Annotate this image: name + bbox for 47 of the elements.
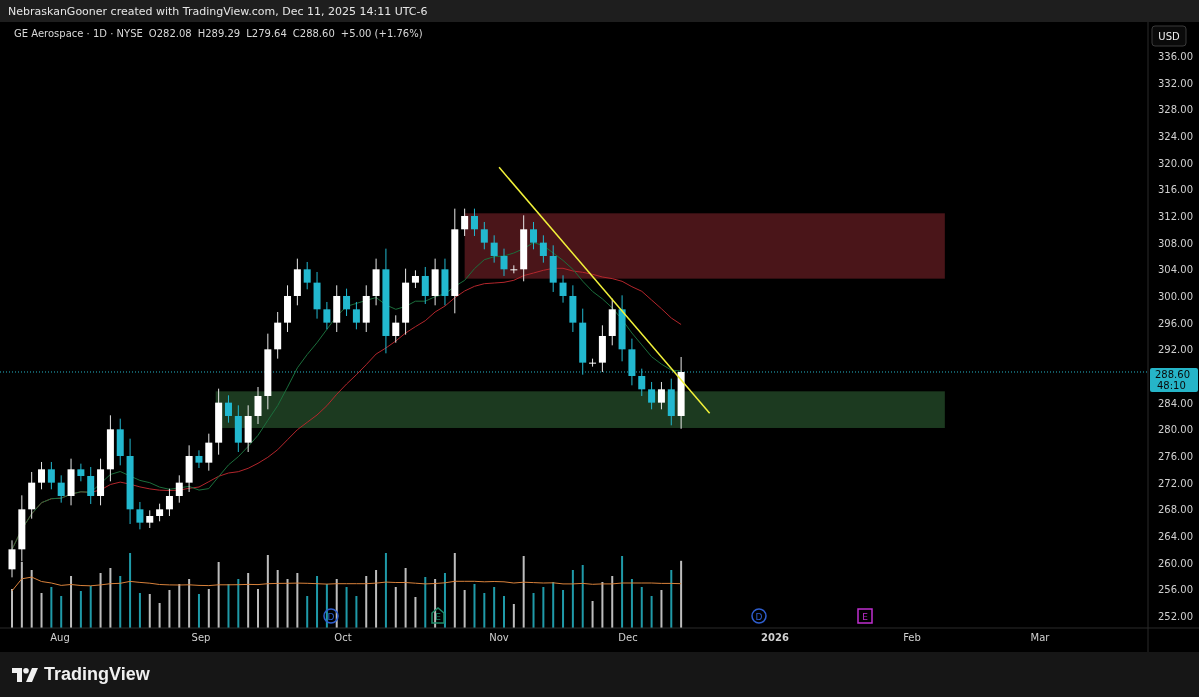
resistance-zone[interactable]	[464, 213, 945, 279]
brand-name: TradingView	[44, 664, 150, 685]
event-marker[interactable]: D	[751, 608, 767, 624]
price-label: 256.00	[1158, 584, 1193, 596]
ohlc-value: C288.60	[292, 28, 335, 39]
price-label: 268.00	[1158, 504, 1193, 516]
price-label: 260.00	[1158, 557, 1193, 569]
date-label: Aug	[50, 632, 70, 643]
ohlc-value: O282.08	[148, 28, 192, 39]
price-label: 280.00	[1158, 424, 1193, 436]
price-label: 312.00	[1158, 211, 1193, 222]
price-label: 316.00	[1158, 184, 1193, 196]
date-label: Sep	[191, 632, 211, 643]
event-marker[interactable]: E	[431, 607, 445, 624]
price-label: 292.00	[1158, 344, 1193, 356]
price-label: 320.00	[1158, 157, 1193, 169]
date-label: Nov	[489, 632, 509, 643]
price-label: 284.00	[1158, 397, 1193, 409]
date-label: 2026	[761, 632, 789, 643]
price-label: 308.00	[1158, 237, 1193, 249]
event-marker[interactable]: E	[857, 608, 873, 624]
currency-button[interactable]: USD	[1151, 25, 1187, 47]
price-label: 324.00	[1158, 131, 1193, 142]
trend-line[interactable]	[498, 166, 711, 415]
price-label: 332.00	[1158, 77, 1193, 89]
price-label: 300.00	[1158, 291, 1193, 302]
price-tag: 288.60 48:10	[1150, 368, 1198, 392]
price-label: 304.00	[1158, 264, 1193, 276]
price-label: 296.00	[1158, 317, 1193, 329]
price-label: 328.00	[1158, 104, 1193, 116]
price-label: 276.00	[1158, 451, 1193, 462]
price-label: 272.00	[1158, 477, 1193, 489]
logo-icon	[12, 667, 38, 682]
price-label: 252.00	[1158, 611, 1193, 622]
chart-credit: NebraskanGooner created with TradingView.com, Dec 11, 2025 14:11 UTC-6	[8, 4, 428, 18]
date-label: Oct	[334, 632, 352, 643]
date-label: Feb	[903, 632, 921, 643]
symbol-title: GE Aerospace · 1D · NYSE	[14, 28, 143, 39]
price-change: +5.00 (+1.76%)	[340, 28, 423, 39]
price-label: 336.00	[1158, 50, 1193, 62]
ohlc-value: H289.29	[197, 28, 241, 39]
support-zone[interactable]	[215, 391, 945, 428]
event-marker[interactable]: D	[323, 608, 339, 624]
date-label: Mar	[1030, 632, 1050, 643]
date-label: Dec	[618, 632, 638, 643]
price-label: 264.00	[1158, 531, 1193, 542]
ohlc-value: L279.64	[246, 28, 287, 39]
